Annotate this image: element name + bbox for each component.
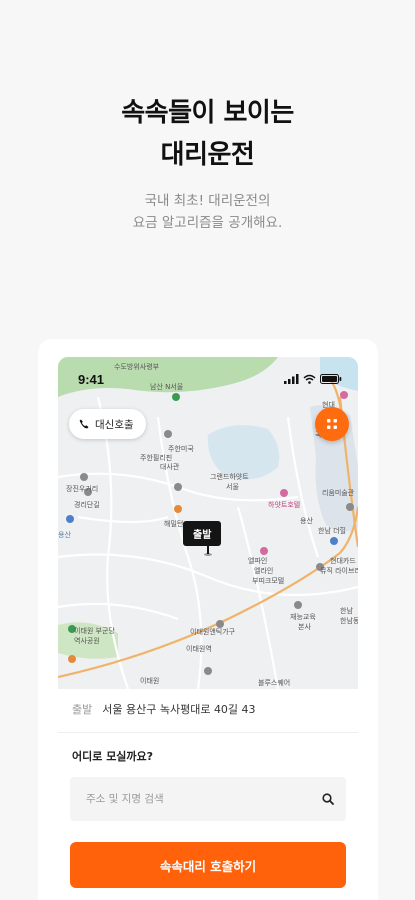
- call-chip-label: 대신호출: [95, 418, 134, 431]
- map-view[interactable]: 수도방위사령부 남산 N서울 주한미국 주한필리핀 대사관 장진우거리 경리단길…: [58, 357, 358, 689]
- map-label: 엘파인: [248, 557, 268, 565]
- map-label: 블루스퀘어: [258, 679, 291, 687]
- hero-subtitle: 국내 최초! 대리운전의 요금 알고리즘을 공개해요.: [0, 190, 415, 234]
- map-label: 해밀턴: [164, 520, 184, 528]
- map-label: 재능교육: [290, 613, 316, 621]
- search-icon[interactable]: [322, 793, 334, 805]
- grid-icon: [327, 419, 337, 429]
- map-label: 한남 더힐: [318, 527, 346, 535]
- pin-shadow: [204, 553, 212, 556]
- destination-search-input[interactable]: [86, 793, 286, 805]
- origin-address: 서울 용산구 녹사평대로 40길 43: [102, 703, 256, 716]
- phone-preview-card: 수도방위사령부 남산 N서울 주한미국 주한필리핀 대사관 장진우거리 경리단길…: [38, 339, 378, 900]
- battery-icon: [320, 374, 342, 384]
- map-label: 이태원: [140, 677, 160, 685]
- map-label: 용산: [58, 531, 71, 539]
- hero-subtitle-line-2: 요금 알고리즘을 공개해요.: [132, 215, 283, 231]
- origin-tag: 출발: [72, 703, 93, 716]
- map-label: 남산 N서울: [150, 383, 184, 391]
- destination-question: 어디로 모실까요?: [72, 750, 154, 763]
- map-label: 용산: [300, 517, 313, 525]
- map-label: 뮤직 라이브러리: [320, 567, 358, 575]
- map-label: 장진우거리: [66, 485, 99, 493]
- map-label: 대사관: [160, 463, 180, 471]
- origin-map-pin[interactable]: 출발: [183, 521, 222, 556]
- origin-row[interactable]: 출발 서울 용산구 녹사평대로 40길 43: [58, 701, 358, 717]
- hero-title-line-2: 대리운전: [160, 140, 255, 170]
- map-label: 이태원앤틱가구: [190, 628, 236, 636]
- hero-subtitle-line-1: 국내 최초! 대리운전의: [144, 193, 271, 209]
- grid-fab-button[interactable]: [315, 407, 349, 441]
- map-label: 현대카드: [330, 557, 356, 565]
- map-label: 주한필리핀: [140, 454, 173, 462]
- map-label: 이태원 부군당: [74, 627, 115, 635]
- hero-title-line-1: 속속들이 보이는: [121, 98, 294, 128]
- map-label: 한남: [340, 607, 353, 615]
- origin-pin-label: 출발: [183, 521, 222, 546]
- map-label: 이태원역: [186, 645, 212, 653]
- map-label: 한남동: [340, 617, 358, 625]
- status-bar-icons: [284, 374, 342, 384]
- phone-icon: [79, 419, 89, 429]
- call-chip-button[interactable]: 대신호출: [69, 409, 146, 439]
- map-label: 주한미국: [168, 445, 194, 453]
- map-label: 하얏트호텔: [268, 501, 301, 509]
- map-label: 리움미술관: [322, 489, 355, 497]
- map-label: 엘라인: [254, 567, 274, 575]
- map-label: 경리단길: [74, 501, 100, 509]
- map-label: 그랜드하얏트: [210, 473, 249, 481]
- status-bar-time: 9:41: [78, 372, 105, 387]
- map-label: 본사: [298, 623, 311, 631]
- call-driver-button[interactable]: 속속대리 호출하기: [70, 842, 346, 888]
- map-label: 수도방위사령부: [114, 363, 160, 371]
- map-label: 서울: [226, 483, 239, 491]
- wifi-icon: [303, 374, 316, 384]
- divider: [58, 732, 358, 733]
- signal-icon: [284, 374, 299, 384]
- map-label: 역사공원: [74, 637, 100, 645]
- hero-title: 속속들이 보이는 대리운전: [0, 92, 415, 176]
- destination-search-field[interactable]: [70, 777, 346, 821]
- map-label: 부띠크모텔: [252, 577, 285, 585]
